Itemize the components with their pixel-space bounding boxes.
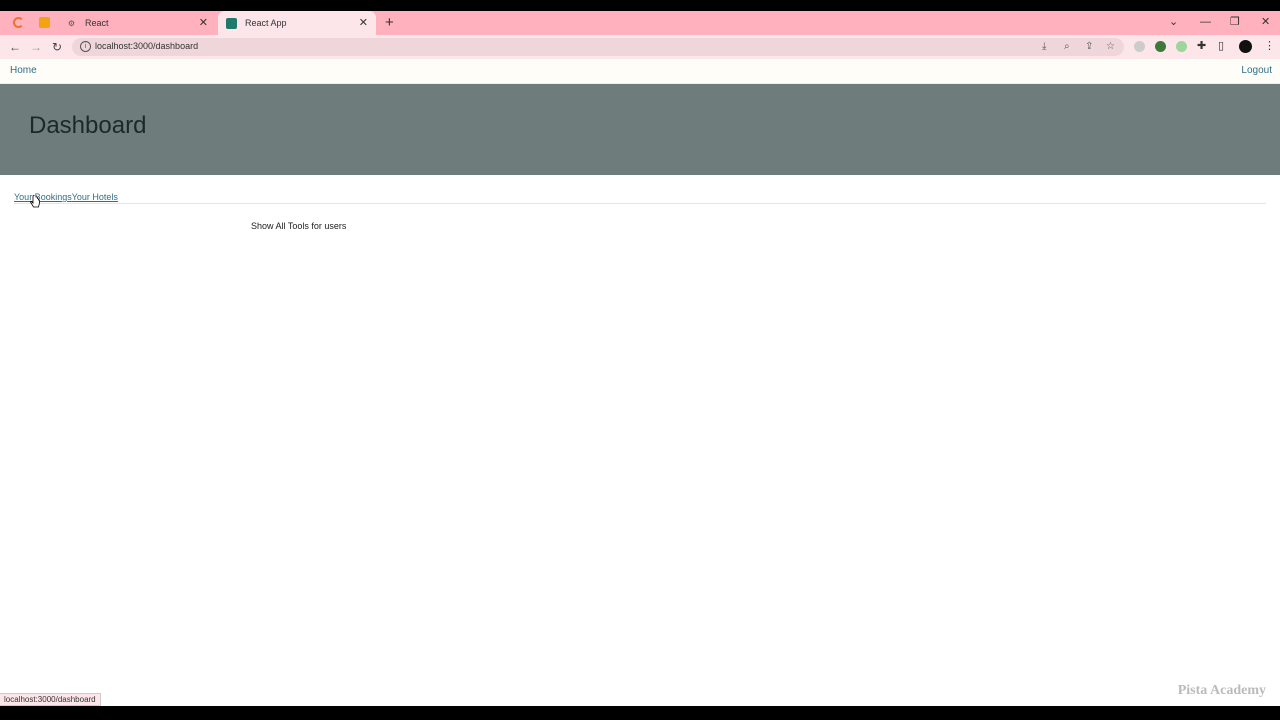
bottom-black-bar (0, 706, 1280, 720)
install-icon[interactable]: ⤓ (1042, 40, 1046, 54)
address-bar[interactable]: i localhost:3000/dashboard ⤓ ⌕ ⇪ ☆ (72, 38, 1124, 56)
extension-leaf-icon[interactable] (1176, 41, 1187, 52)
tab-search-icon[interactable]: ⌄ (1169, 15, 1178, 29)
menu-kebab-icon[interactable]: ⋮ (1264, 39, 1275, 53)
logout-link[interactable]: Logout (1241, 65, 1272, 76)
extension-green-icon[interactable] (1155, 41, 1166, 52)
extension-cloud-icon[interactable] (1134, 41, 1145, 52)
browser-window: ⚙ React ✕ React App ✕ + ⌄ — ❐ ✕ ← → ↻ i … (0, 0, 1280, 720)
share-icon[interactable]: ⇪ (1085, 40, 1093, 54)
react-app-icon (226, 17, 237, 29)
extensions-puzzle-icon[interactable]: ✚ (1197, 39, 1206, 53)
status-bar-url: localhost:3000/dashboard (0, 693, 101, 706)
reload-icon[interactable]: ↻ (52, 39, 62, 55)
react-icon: ⚙ (67, 18, 76, 28)
minimize-icon[interactable]: — (1200, 15, 1211, 29)
restore-icon[interactable]: ❐ (1230, 15, 1240, 29)
bookmark-tab-icon[interactable] (39, 17, 50, 28)
top-black-bar (0, 0, 1280, 11)
zoom-icon[interactable]: ⌕ (1064, 40, 1070, 54)
tab-title: React (85, 18, 109, 28)
browser-toolbar: ← → ↻ i localhost:3000/dashboard ⤓ ⌕ ⇪ ☆… (0, 35, 1280, 59)
site-info-icon[interactable]: i (80, 41, 91, 52)
tab-title: React App (245, 18, 287, 28)
hand-cursor-icon (30, 195, 40, 208)
tab-strip: ⚙ React ✕ React App ✕ + ⌄ — ❐ ✕ (0, 11, 1280, 35)
app-navbar: Home Logout (0, 59, 1280, 84)
tab-react[interactable]: ⚙ React ✕ (58, 11, 216, 35)
tab-react-app[interactable]: React App ✕ (218, 11, 376, 35)
back-icon[interactable]: ← (9, 39, 21, 55)
bookmark-star-icon[interactable]: ☆ (1106, 40, 1115, 54)
your-hotels-link[interactable]: Your Hotels (72, 192, 118, 203)
close-icon[interactable]: ✕ (359, 16, 368, 30)
loading-icon[interactable] (13, 17, 24, 28)
forward-icon[interactable]: → (30, 39, 42, 55)
close-window-icon[interactable]: ✕ (1261, 15, 1270, 29)
side-panel-icon[interactable]: ▯ (1218, 39, 1224, 53)
dashboard-subnav: Your Bookings Your Hotels (14, 192, 1266, 204)
new-tab-icon[interactable]: + (385, 14, 394, 32)
page-title: Dashboard (29, 112, 147, 139)
profile-avatar-icon[interactable] (1239, 40, 1252, 53)
home-link[interactable]: Home (10, 65, 37, 76)
dashboard-header: Dashboard (0, 84, 1280, 175)
tools-message: Show All Tools for users (251, 221, 347, 231)
address-url[interactable]: localhost:3000/dashboard (95, 41, 198, 51)
your-bookings-link[interactable]: Your Bookings (14, 192, 72, 203)
close-icon[interactable]: ✕ (199, 16, 208, 30)
watermark: Pista Academy (1177, 683, 1266, 698)
